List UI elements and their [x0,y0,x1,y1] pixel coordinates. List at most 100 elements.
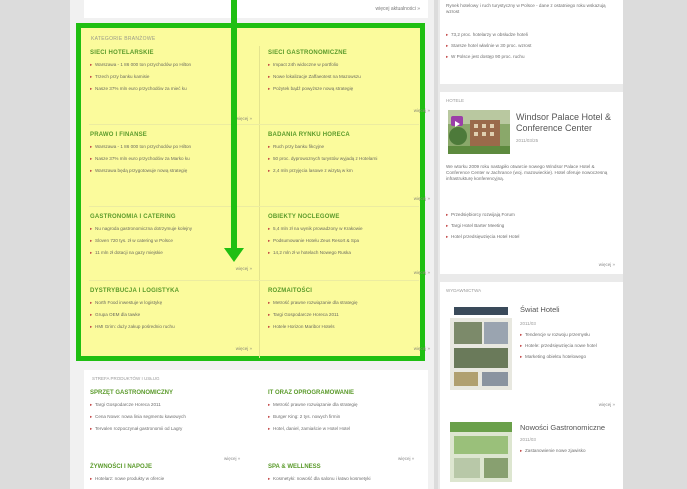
more-link[interactable]: więcej » [236,346,252,351]
products-card: STREFA PRODUKTÓW I USŁUG SPRZĘT GASTRONO… [84,370,428,489]
annotation-arrow-head [224,248,244,262]
category-section: SIECI GASTRONOMICZNE Impact 24h widoczne… [268,50,430,113]
category-title[interactable]: DYSTRYBUCJA I LOGISTYKA [90,288,250,294]
more-link[interactable]: więcej » [599,262,615,267]
category-title[interactable]: SIECI GASTRONOMICZNE [268,50,428,56]
category-title[interactable]: ROZMAITOŚCI [268,288,428,294]
category-link[interactable]: Grupa OEM dla tawke [90,312,250,318]
card-label: WYDAWNICTWA [446,288,482,293]
magazine-title[interactable]: Nowości Gastronomiczne [520,422,616,433]
category-title[interactable]: BADANIA RYNKU HORECA [268,132,428,138]
news-link[interactable]: Starsze hotel właśnie w 30 proc. wzrost [446,43,616,49]
row-divider [89,124,419,125]
more-link[interactable]: więcej » [236,116,252,121]
magazine-cover-swiat-hoteli[interactable] [450,304,512,390]
category-link[interactable]: 5,4 mln zł na wynik prowadzony w Krakowi… [268,226,428,232]
category-link[interactable]: Nu nagroda gastronomiczna dotrzymuje kol… [90,226,250,232]
more-link[interactable]: więcej » [236,266,252,271]
category-link[interactable]: Targi Gospodarcze Horeca 2011 [268,312,428,318]
more-news-link[interactable]: więcej aktualności » [376,6,420,12]
category-link[interactable]: Warszawa - 1 86 000 ton przychodów po Hi… [90,144,250,150]
category-title[interactable]: GASTRONOMIA I CATERING [90,214,250,220]
news-text: Rynek hotelowy i ruch turystyczny w Pols… [446,3,606,14]
product-title[interactable]: SPRZĘT GASTRONOMICZNY [90,390,250,396]
product-section: IT ORAZ OPROGRAMOWANIE Metrość prawne ro… [268,390,428,438]
news-link[interactable]: 73,2 proc. hotelarzy w obsłudze hoteli [446,32,616,38]
category-link[interactable]: Warszawa będą przygotowuje nową strategi… [90,168,250,174]
product-link[interactable]: Hotelarz: nowe produkty w ofercie [90,476,250,482]
magazine-date: 2011/03 [520,437,536,442]
more-link[interactable]: więcej » [599,402,615,407]
product-section: SPA & WELLNESS Kosmetyki: nowość dla sal… [268,464,428,488]
category-link[interactable]: 50 proc. dyprowoznych turystów wyjadą z … [268,156,428,162]
product-link[interactable]: Tervalen rozpoczynał gastronomii od Lagr… [90,426,250,432]
magazine-date: 2011/03 [520,321,536,326]
hotel-description: We wtorku 2009 roku nastąpiło otwarcie n… [446,164,608,181]
news-card: Rynek hotelowy i ruch turystyczny w Pols… [440,0,623,84]
hotel-name[interactable]: Windsor Palace Hotel & Conference Center [516,112,616,134]
category-link[interactable]: Nowe lokalizacje Zaffaeotest na Mazowszu [268,74,428,80]
category-link[interactable]: Nasze 37% mln euro przychodów za mieć ku [90,86,250,92]
category-link[interactable]: Ruch przy banku fikcyjne [268,144,428,150]
categories-card: KATEGORIE BRANŻOWE SIECI HOTELARSKIE War… [76,23,430,361]
magazine-cover-nowosci[interactable] [450,422,512,482]
category-link[interactable]: Impact 24h widoczne w portfolio [268,62,428,68]
more-link[interactable]: więcej » [224,456,240,461]
more-link[interactable]: więcej » [414,108,430,113]
hotel-date: 2011/03/25 [516,138,539,143]
category-link[interactable]: HMI Grim: duży zakup pośrednio ruchu [90,324,250,330]
product-title[interactable]: ŻYWNOŚCI I NAPOJE [90,464,250,470]
category-link[interactable]: Hotele Horizon Maribor Hotels [268,324,428,330]
category-link[interactable]: Trzech przy banku kamisie [90,74,250,80]
product-section: SPRZĘT GASTRONOMICZNY Targi Gospodarcze … [90,390,250,438]
product-link[interactable]: Cena Nowe: nowa linia segmentu kawowych [90,414,250,420]
magazine-article-link[interactable]: Marketing obiektu hotelowego [520,354,616,360]
hotel-card: HOTELE Windsor Palace Hotel & Conference… [440,92,623,274]
category-link[interactable]: 14,2 mln zł w hotelach Nowego Ruska [268,250,428,256]
category-section: SIECI HOTELARSKIE Warszawa - 1 86 000 to… [90,50,252,121]
category-section: BADANIA RYNKU HORECA Ruch przy banku fik… [268,132,430,201]
card-title: KATEGORIE BRANŻOWE [91,36,156,42]
hotel-news-link[interactable]: Hotel przedsięwzięcia Hotel Hotel [446,234,616,240]
magazine-title[interactable]: Świat Hoteli [520,304,616,315]
category-link[interactable]: Warszawa - 1 86 000 ton przychodów po Hi… [90,62,250,68]
magazine-article-link[interactable]: Zastanowienie nowe zjawisko [520,448,616,454]
category-title[interactable]: SIECI HOTELARSKIE [90,50,250,56]
category-link[interactable]: Sloven 720 tys. zł w catering w Polsce [90,238,250,244]
category-link[interactable]: Metrość prawne rozwiązanie dla strategię [268,300,428,306]
column-divider [259,46,260,358]
magazine-article-link[interactable]: Hotele: przedsięwzięcia nowe hotel [520,343,616,349]
card-label: HOTELE [446,98,465,103]
video-icon[interactable] [451,116,463,127]
more-link[interactable]: więcej » [398,456,414,461]
more-link[interactable]: więcej » [414,270,430,275]
news-link[interactable]: W Polsce jest dostęp 90 proc. ruchu [446,54,616,60]
product-title[interactable]: SPA & WELLNESS [268,464,428,470]
product-section: ŻYWNOŚCI I NAPOJE Hotelarz: nowe produkt… [90,464,250,488]
product-link[interactable]: Burger King: 2 tys. nowych firmin [268,414,428,420]
category-section: OBIEKTY NOCLEGOWE 5,4 mln zł na wynik pr… [268,214,430,275]
category-section: DYSTRYBUCJA I LOGISTYKA North Food inwes… [90,288,252,351]
product-title[interactable]: IT ORAZ OPROGRAMOWANIE [268,390,428,396]
product-link[interactable]: Kosmetyki: nowość dla salonu i łatwo kos… [268,476,428,482]
top-card-footer: więcej aktualności » [84,0,428,18]
category-title[interactable]: PRAWO I FINANSE [90,132,250,138]
product-link[interactable]: Targi Gospodarcze Horeca 2011 [90,402,250,408]
category-link[interactable]: Nasze 37% mln euro przychodów za Marko k… [90,156,250,162]
category-title[interactable]: OBIEKTY NOCLEGOWE [268,214,428,220]
row-divider [89,280,419,281]
product-link[interactable]: Hotel, daniel, zamiaście w Hotel Hotel [268,426,428,432]
magazine-article-link[interactable]: Tendencje w rozwoju przemysłu [520,332,616,338]
row-divider [89,206,419,207]
category-link[interactable]: Podsumowanie Hotelu Zeus Resort & Spa [268,238,428,244]
category-section: PRAWO I FINANSE Warszawa - 1 86 000 ton … [90,132,250,180]
card-title: STREFA PRODUKTÓW I USŁUG [92,376,160,381]
category-link[interactable]: 2,4 mln przyjęcia lasowe z wizytą w km [268,168,428,174]
product-link[interactable]: Metrość prawne rozwiązanie dla strategię [268,402,428,408]
category-link[interactable]: North Food inwestuje w logistykę [90,300,250,306]
more-link[interactable]: więcej » [414,346,430,351]
category-link[interactable]: Pożytek bądź powyższe nową strategię [268,86,428,92]
more-link[interactable]: więcej » [414,196,430,201]
hotel-news-link[interactable]: Targi Hotel Barter Meeting [446,223,616,229]
hotel-news-link[interactable]: Przedsiębiorcy rozwijają Forum [446,212,616,218]
